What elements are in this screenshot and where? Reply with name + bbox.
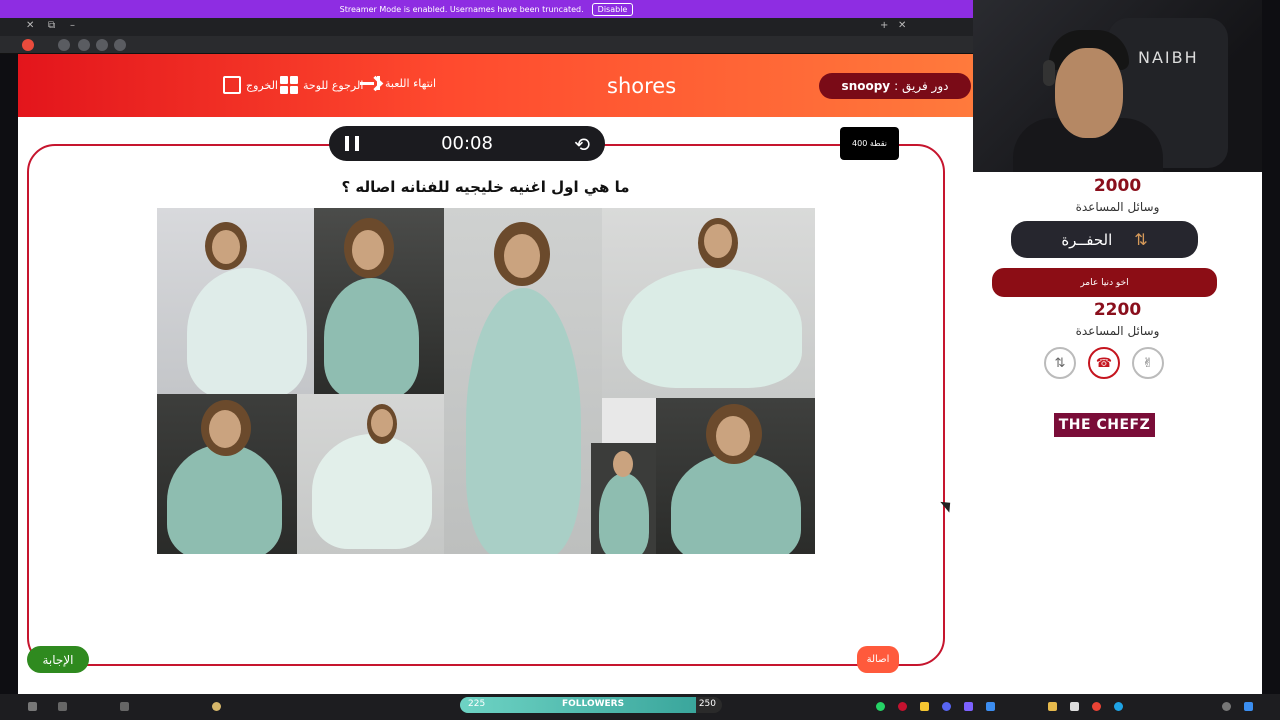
team-turn-badge: دور فريق : snoopy [819,73,971,99]
photo-7 [591,443,656,554]
volume-icon[interactable] [58,702,67,711]
streamer-mode-text: Streamer Mode is enabled. Usernames have… [339,4,584,14]
windows-taskbar: 225 FOLLOWERS 250 [0,694,1280,720]
team2-name-badge: اخو دنيا عامر [992,268,1217,297]
edge-icon[interactable] [1114,702,1123,711]
extension-icon[interactable] [78,39,90,51]
folder-icon[interactable] [920,702,929,711]
back-to-board-button[interactable]: الرجوع للوحة [280,76,363,94]
question-text: ما هي اول اغنيه خليجيه للفنانه اصاله ؟ [341,178,630,196]
windows-start-icon[interactable] [1244,702,1253,711]
new-tab-icon[interactable]: + [880,20,888,31]
photo-8 [656,398,815,554]
sponsor-logo: THE CHEFZ [1054,413,1155,437]
store-icon[interactable] [1070,702,1079,711]
search-icon[interactable] [1222,702,1231,711]
streamer-face [1055,48,1123,138]
team1-help-label: وسائل المساعدة [1075,200,1160,214]
chrome-icon[interactable] [1092,702,1101,711]
scoreboard-panel: 2000 وسائل المساعدة الحفــرة ⇅ اخو دنيا … [973,172,1262,694]
end-game-label: انتهاء اللعبة [385,76,437,90]
turn-team-name: snoopy [841,79,891,93]
end-arrow-icon [360,76,380,90]
explorer-icon[interactable] [1048,702,1057,711]
webcam-overlay: NAIBH [973,0,1262,172]
photo-5 [157,394,297,554]
followers-current: 225 [468,699,486,709]
profile-icon[interactable] [58,39,70,51]
discord-icon[interactable] [942,702,951,711]
photo-4 [602,208,815,398]
whatsapp-icon[interactable] [876,702,885,711]
browser-tab-bar: ✕ ⧉ – + ✕ [0,18,973,36]
answer-button[interactable]: الإجابة [27,646,89,673]
steam-icon[interactable] [986,702,995,711]
pause-icon[interactable] [345,136,359,151]
followers-goal: 250 [698,699,716,709]
timer-value: 00:08 [441,133,493,154]
game-viewport: الخروج الرجوع للوحة انتهاء اللعبة shores… [18,54,973,694]
drill-button[interactable]: الحفــرة ⇅ [1011,221,1198,258]
team1-points: 2000 [1093,176,1142,196]
points-badge: 400 نقطة [840,127,899,160]
weather-icon[interactable] [28,702,37,711]
close-window-icon[interactable]: ✕ [898,20,906,31]
team2-help-label: وسائل المساعدة [1075,324,1160,338]
back-to-board-label: الرجوع للوحة [303,78,364,92]
end-game-button[interactable]: انتهاء اللعبة [360,76,436,90]
exit-label: الخروج [246,78,278,92]
bookmark-icon[interactable] [114,39,126,51]
sun-icon [212,702,221,711]
followers-label: FOLLOWERS [562,699,625,709]
question-image [157,208,815,554]
reset-timer-icon[interactable]: ⟲ [574,134,590,156]
category-badge: اصالة [857,646,899,673]
settings-icon[interactable] [96,39,108,51]
exit-button[interactable]: الخروج [223,76,278,94]
followers-goal-bar: 225 FOLLOWERS 250 [460,697,722,713]
browser-logo-icon [22,39,34,51]
two-fingers-icon[interactable]: ✌ [1132,347,1164,379]
timer-bar: 00:08 ⟲ [329,126,605,161]
team2-points: 2200 [1093,300,1142,320]
headset-icon [1043,60,1055,86]
close-tab-icon[interactable]: ✕ [26,20,34,31]
minimize-icon[interactable]: – [70,20,75,31]
streamer-mode-banner: Streamer Mode is enabled. Usernames have… [0,0,973,18]
photo-2 [314,208,444,394]
photo-1 [157,208,314,394]
drill-label: الحفــرة [1061,230,1113,249]
grid-icon [280,76,298,94]
app-icon[interactable] [898,702,907,711]
drill-icon: ⇅ [1134,230,1148,249]
game-header: الخروج الرجوع للوحة انتهاء اللعبة shores… [18,54,973,117]
phone-icon[interactable]: ☎ [1088,347,1120,379]
photo-6 [297,394,444,554]
brand-name: shores [607,74,677,98]
swap-icon[interactable]: ⇅ [1044,347,1076,379]
network-icon[interactable] [120,702,129,711]
turn-prefix: دور فريق : [894,79,949,93]
restore-icon[interactable]: ⧉ [48,20,55,31]
chair-text: NAIBH [1138,48,1199,67]
exit-icon [223,76,241,94]
disable-button[interactable]: Disable [591,2,634,16]
browser-address-bar[interactable] [0,36,973,54]
chat-icon[interactable] [964,702,973,711]
photo-3 [444,208,602,554]
